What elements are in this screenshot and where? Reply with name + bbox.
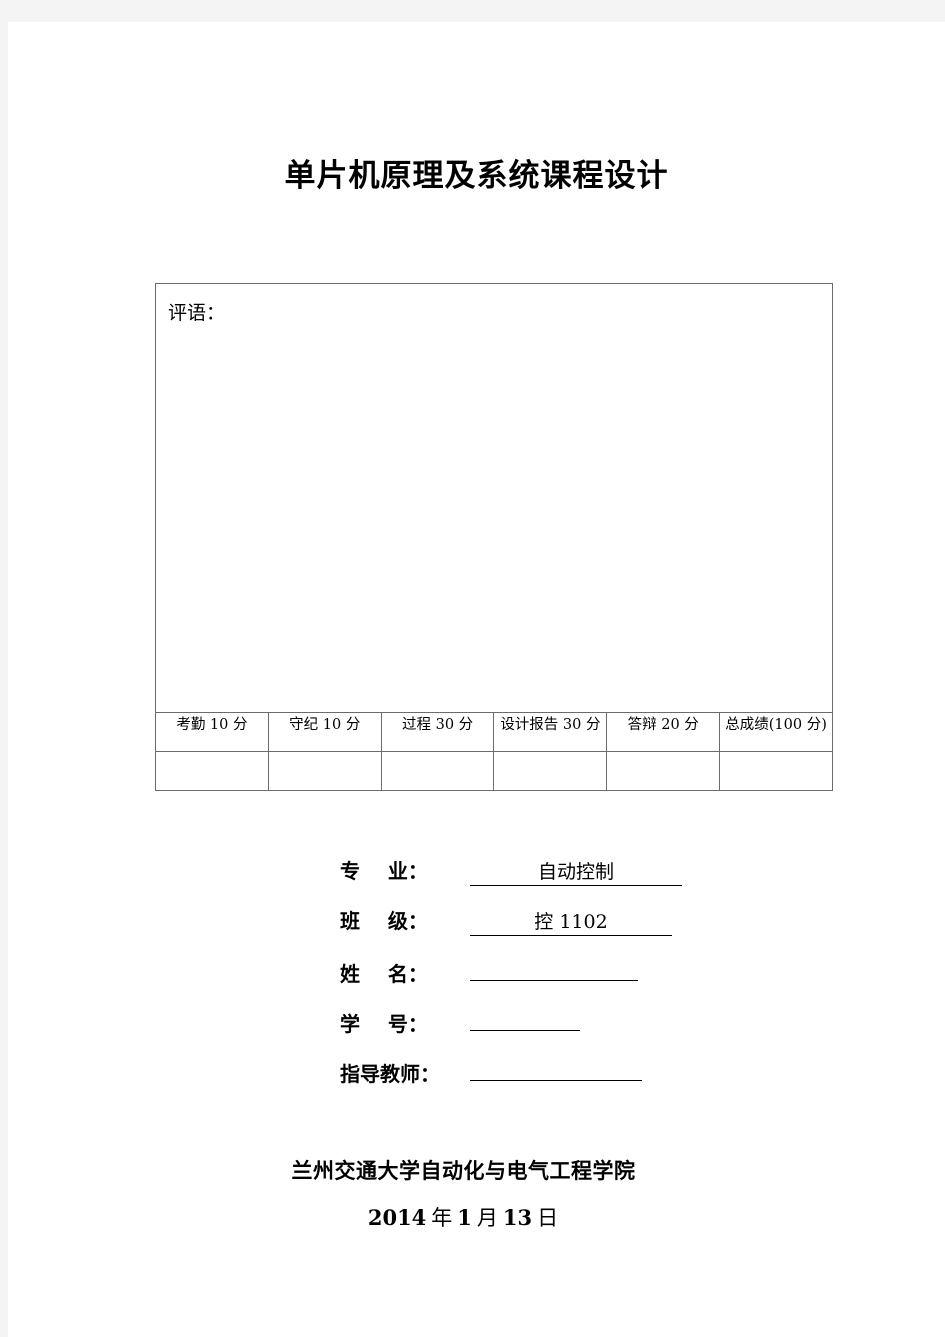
score-value-discipline[interactable] (267, 751, 382, 791)
comment-label: 评语： (168, 302, 226, 324)
score-header-discipline: 守纪 10 分 (267, 712, 382, 752)
page-title: 单片机原理及系统课程设计 (284, 158, 669, 194)
info-field-name[interactable] (470, 955, 638, 981)
score-header-defense: 答辩 20 分 (606, 712, 721, 752)
table-row-score-headers: 考勤 10 分 守纪 10 分 过程 30 分 设计报告 30 分 答辩 20 … (155, 712, 833, 752)
score-header-process: 过程 30 分 (380, 712, 495, 752)
document-page: 单片机原理及系统课程设计 评语： 考勤 10 分 守纪 10 分 过程 30 分… (8, 22, 945, 1337)
info-row-advisor: 指导教师： (8, 1055, 945, 1105)
footer-date-month: 1 (457, 1205, 472, 1230)
footer-date-year: 2014 (367, 1205, 427, 1230)
score-value-report[interactable] (493, 751, 608, 791)
evaluation-table: 评语： 考勤 10 分 守纪 10 分 过程 30 分 设计报告 30 分 答辩… (155, 283, 833, 791)
info-row-student-id: 学 号： (8, 1005, 945, 1055)
info-label-class: 班 级： (340, 909, 428, 933)
table-row-score-values (155, 751, 833, 791)
score-value-total[interactable] (719, 751, 833, 791)
score-header-attendance: 考勤 10 分 (155, 712, 269, 752)
info-field-class[interactable]: 控 1102 (470, 910, 672, 936)
info-fields-block: 专 业： 自动控制 班 级： 控 1102 姓 名： 学 号： 指导教师： (8, 855, 945, 1105)
score-value-process[interactable] (380, 751, 495, 791)
score-header-report: 设计报告 30 分 (493, 712, 608, 752)
score-value-attendance[interactable] (155, 751, 269, 791)
table-row-comment: 评语： (155, 283, 833, 713)
comment-cell[interactable]: 评语： (155, 283, 833, 713)
footer-date-year-unit: 年 (431, 1206, 453, 1230)
page-left-margin (0, 0, 8, 1337)
page-top-margin (0, 0, 945, 22)
footer-date-day: 13 (502, 1205, 533, 1230)
info-value-class: 控 1102 (534, 911, 608, 933)
info-row-name: 姓 名： (8, 955, 945, 1005)
info-value-major: 自动控制 (537, 861, 614, 883)
info-label-advisor: 指导教师： (340, 1062, 440, 1086)
info-field-advisor[interactable] (470, 1055, 642, 1081)
footer-date-month-unit: 月 (476, 1206, 498, 1230)
info-label-student-id: 学 号： (340, 1012, 428, 1036)
info-label-major: 专 业： (340, 859, 428, 883)
score-value-defense[interactable] (606, 751, 721, 791)
info-row-major: 专 业： 自动控制 (8, 855, 945, 905)
footer-date-day-unit: 日 (537, 1206, 559, 1230)
info-field-major[interactable]: 自动控制 (470, 860, 682, 886)
score-header-total: 总成绩(100 分) (719, 712, 833, 752)
info-label-name: 姓 名： (340, 962, 428, 986)
footer-date: 2014 年 1 月 13 日 (8, 1202, 945, 1232)
info-row-class: 班 级： 控 1102 (8, 905, 945, 955)
footer-school-name: 兰州交通大学自动化与电气工程学院 (291, 1158, 636, 1183)
info-field-student-id[interactable] (470, 1005, 580, 1031)
